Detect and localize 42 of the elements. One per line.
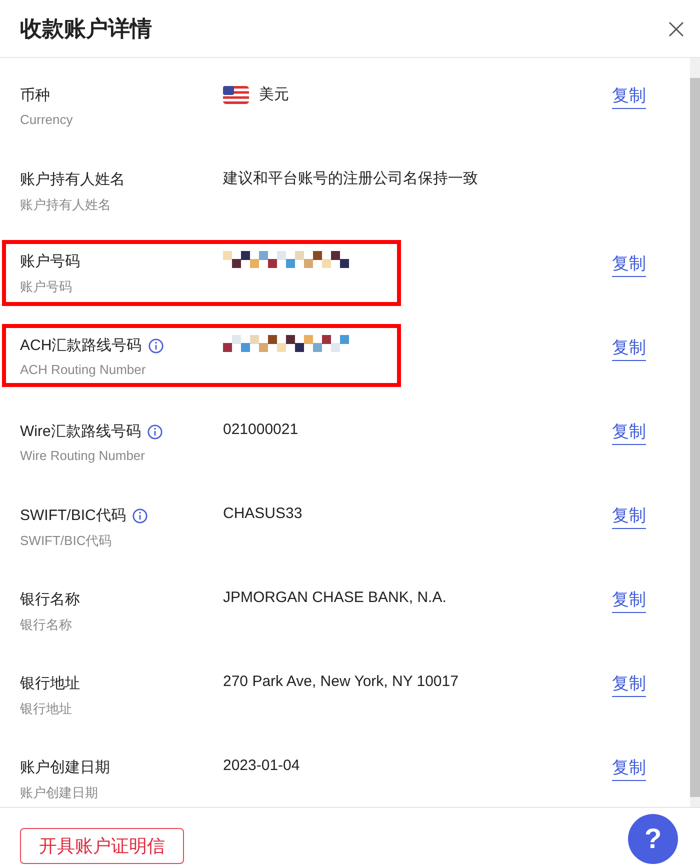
field-sublabel: 账户号码 xyxy=(20,278,73,296)
field-value: 2023-01-04 xyxy=(223,757,300,774)
field-label: 账户持有人姓名 xyxy=(20,170,125,189)
copy-link[interactable]: 复制 xyxy=(612,756,646,781)
copy-link[interactable]: 复制 xyxy=(612,252,646,277)
field-label: 银行地址 xyxy=(20,674,80,693)
dialog-title: 收款账户详情 xyxy=(20,14,152,42)
copy-link[interactable]: 复制 xyxy=(612,420,646,445)
field-sublabel: ACH Routing Number xyxy=(20,362,147,377)
info-icon[interactable] xyxy=(146,424,163,440)
field-value: 270 Park Ave, New York, NY 10017 xyxy=(223,673,458,690)
certificate-button[interactable]: 开具账户证明信 xyxy=(20,828,184,864)
field-label: 银行名称 xyxy=(20,590,80,609)
field-value: CHASUS33 xyxy=(223,505,302,522)
field-value: 建议和平台账号的注册公司名保持一致 xyxy=(223,169,478,188)
flag-icon xyxy=(223,86,249,104)
field-sublabel: 银行名称 xyxy=(20,616,73,634)
copy-link[interactable]: 复制 xyxy=(612,672,646,697)
field-sublabel: 银行地址 xyxy=(20,700,73,718)
field-label: 账户创建日期 xyxy=(20,758,110,777)
info-icon[interactable] xyxy=(148,338,164,354)
field-sublabel: Currency xyxy=(20,112,74,127)
field-label: 账户号码 xyxy=(20,252,80,271)
field-sublabel: 账户创建日期 xyxy=(20,784,99,802)
close-button[interactable]: × xyxy=(660,12,692,45)
copy-link[interactable]: 复制 xyxy=(612,588,646,613)
help-button[interactable]: ? xyxy=(628,814,678,864)
copy-link[interactable]: 复制 xyxy=(612,84,646,109)
field-sublabel: Wire Routing Number xyxy=(20,448,146,463)
field-label: Wire汇款路线号码 xyxy=(20,422,141,441)
field-sublabel: 账户持有人姓名 xyxy=(20,196,112,214)
field-label: 币种 xyxy=(20,86,50,105)
field-sublabel: SWIFT/BIC代码 xyxy=(20,532,113,550)
field-label: ACH汇款路线号码 xyxy=(20,336,142,355)
field-label: SWIFT/BIC代码 xyxy=(20,506,126,525)
field-value: 美元 xyxy=(259,85,289,104)
scrollbar[interactable] xyxy=(690,58,700,807)
copy-link[interactable]: 复制 xyxy=(612,336,646,361)
copy-link[interactable]: 复制 xyxy=(612,504,646,529)
info-icon[interactable] xyxy=(132,508,148,524)
field-value: JPMORGAN CHASE BANK, N.A. xyxy=(223,589,446,606)
field-value: 021000021 xyxy=(223,421,298,438)
